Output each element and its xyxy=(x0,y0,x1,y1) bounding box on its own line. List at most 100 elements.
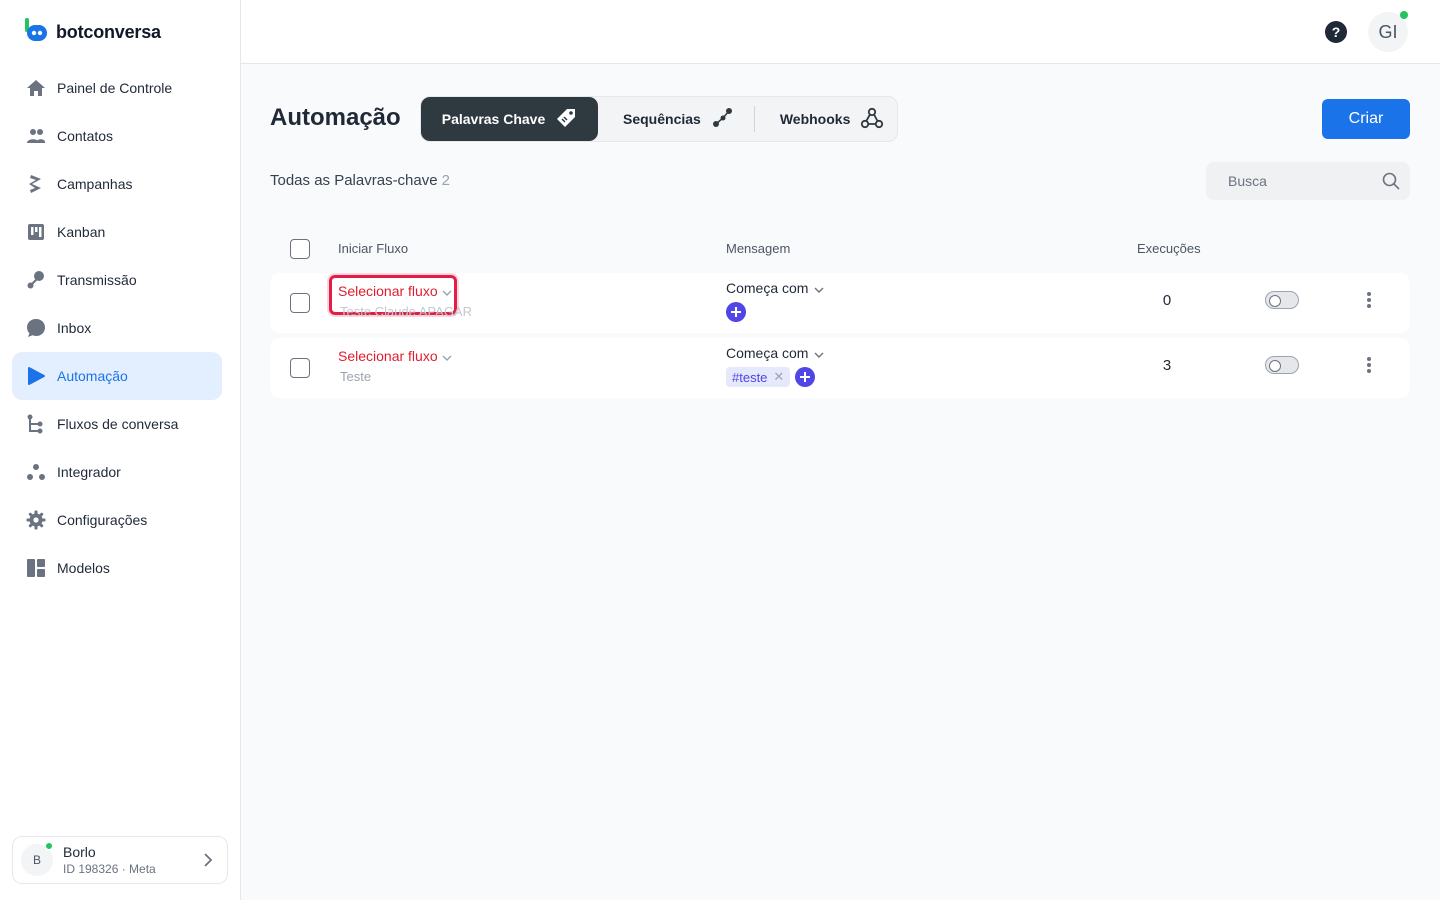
sidebar-item-inbox[interactable]: Inbox xyxy=(12,304,222,352)
sidebar-item-label: Contatos xyxy=(57,128,114,144)
campaign-icon xyxy=(25,173,47,195)
more-options-icon[interactable] xyxy=(1362,290,1376,310)
add-keyword-button[interactable] xyxy=(726,302,746,322)
remove-tag-icon[interactable]: ✕ xyxy=(773,369,784,385)
flow-select-dropdown[interactable]: Selecionar fluxo xyxy=(338,283,452,299)
column-header-message: Mensagem xyxy=(726,241,791,256)
sequence-icon xyxy=(711,107,733,132)
column-header-executions: Execuções xyxy=(1137,241,1201,256)
flow-select-label: Selecionar fluxo xyxy=(338,348,438,364)
search-input[interactable] xyxy=(1228,173,1368,189)
tag-icon xyxy=(555,107,577,132)
keyword-tag-label: #teste xyxy=(732,369,768,385)
sidebar-item-integrador[interactable]: Integrador xyxy=(12,448,222,496)
match-type-dropdown[interactable]: Começa com xyxy=(726,345,824,361)
sidebar-item-painel-de-controle[interactable]: Painel de Controle xyxy=(12,64,222,112)
sidebar-item-label: Campanhas xyxy=(57,176,133,192)
sidebar-item-kanban[interactable]: Kanban xyxy=(12,208,222,256)
row-checkbox[interactable] xyxy=(290,293,310,313)
account-avatar: B xyxy=(21,842,53,876)
search-box xyxy=(1206,162,1410,200)
online-status-dot xyxy=(45,842,53,850)
sidebar-item-label: Kanban xyxy=(57,224,106,240)
account-initial: B xyxy=(32,853,41,867)
tab-sequencias[interactable]: Sequências xyxy=(623,97,733,141)
sidebar-nav: Painel de Controle Contatos Campanhas Ka… xyxy=(12,64,222,592)
sidebar-item-contatos[interactable]: Contatos xyxy=(12,112,222,160)
table-row: Selecionar fluxo Teste Claude APAGAR Com… xyxy=(270,273,1410,333)
row-checkbox[interactable] xyxy=(290,358,310,378)
enable-toggle[interactable] xyxy=(1265,356,1299,374)
sidebar-item-fluxos-de-conversa[interactable]: Fluxos de conversa xyxy=(12,400,222,448)
tab-divider xyxy=(753,106,755,132)
sidebar-item-label: Inbox xyxy=(57,320,92,336)
broadcast-icon xyxy=(25,269,47,291)
home-icon xyxy=(25,77,47,99)
search-icon[interactable] xyxy=(1382,172,1400,195)
brand-name: botconversa xyxy=(56,21,161,42)
chat-bubble-icon xyxy=(25,317,47,339)
tab-palavras-chave[interactable]: Palavras Chave xyxy=(421,97,598,141)
account-switcher[interactable]: B Borlo ID 198326 · Meta xyxy=(12,836,228,884)
section-count: 2 xyxy=(441,172,450,189)
kanban-icon xyxy=(25,221,47,243)
sidebar-item-label: Modelos xyxy=(57,560,110,576)
add-keyword-button[interactable] xyxy=(795,367,815,387)
flow-select-dropdown[interactable]: Selecionar fluxo xyxy=(338,348,452,364)
tab-webhooks[interactable]: Webhooks xyxy=(780,97,885,141)
integrator-icon xyxy=(25,461,47,483)
more-options-icon[interactable] xyxy=(1362,355,1376,375)
table-row: Selecionar fluxo Teste Começa com #teste… xyxy=(270,338,1410,398)
gear-icon xyxy=(25,509,47,531)
sidebar-item-configuracoes[interactable]: Configurações xyxy=(12,496,222,544)
brand[interactable]: botconversa xyxy=(24,17,161,47)
flow-name: Teste xyxy=(340,369,372,384)
enable-toggle[interactable] xyxy=(1265,291,1299,309)
help-icon[interactable]: ? xyxy=(1325,21,1347,43)
sidebar: botconversa Painel de Controle Contatos … xyxy=(0,0,241,900)
chevron-down-icon xyxy=(814,345,824,361)
match-type-label: Começa com xyxy=(726,280,809,296)
flow-select-label: Selecionar fluxo xyxy=(338,283,438,299)
match-type-dropdown[interactable]: Começa com xyxy=(726,280,824,296)
top-bar: ? GI xyxy=(241,0,1440,64)
page-title: Automação xyxy=(270,104,401,131)
templates-icon xyxy=(25,557,47,579)
chevron-right-icon xyxy=(203,853,213,872)
match-type-label: Começa com xyxy=(726,345,809,361)
chevron-down-icon xyxy=(814,280,824,296)
chevron-down-icon xyxy=(442,348,452,364)
user-initials: GI xyxy=(1378,21,1398,42)
flow-icon xyxy=(25,413,47,435)
users-icon xyxy=(25,125,47,147)
sidebar-item-label: Configurações xyxy=(57,512,148,528)
flow-name: Teste Claude APAGAR xyxy=(340,304,472,319)
user-avatar[interactable]: GI xyxy=(1368,11,1408,52)
account-id: ID 198326 · Meta xyxy=(63,861,156,876)
keyword-tag: #teste ✕ xyxy=(726,367,791,387)
sidebar-item-label: Painel de Controle xyxy=(57,80,173,96)
webhook-icon xyxy=(860,106,884,133)
tab-label: Sequências xyxy=(623,111,701,127)
sidebar-item-label: Fluxos de conversa xyxy=(57,416,179,432)
sidebar-item-campanhas[interactable]: Campanhas xyxy=(12,160,222,208)
tab-label: Palavras Chave xyxy=(441,111,546,127)
play-icon xyxy=(25,365,47,387)
online-status-dot xyxy=(1400,11,1408,19)
executions-count: 3 xyxy=(1162,357,1172,374)
section-title: Todas as Palavras-chave 2 xyxy=(270,172,450,189)
botconversa-logo-icon xyxy=(24,17,48,47)
account-name: Borlo xyxy=(63,843,96,860)
sidebar-item-label: Integrador xyxy=(57,464,121,480)
select-all-checkbox[interactable] xyxy=(290,239,310,259)
sidebar-item-modelos[interactable]: Modelos xyxy=(12,544,222,592)
tab-label: Webhooks xyxy=(779,111,851,127)
sidebar-item-label: Automação xyxy=(57,368,128,384)
sidebar-item-transmissao[interactable]: Transmissão xyxy=(12,256,222,304)
section-label-text: Todas as Palavras-chave xyxy=(270,172,438,189)
executions-count: 0 xyxy=(1162,292,1172,309)
sidebar-item-label: Transmissão xyxy=(57,272,137,288)
sidebar-item-automacao[interactable]: Automação xyxy=(12,352,222,400)
create-button[interactable]: Criar xyxy=(1322,99,1410,139)
column-header-flow: Iniciar Fluxo xyxy=(338,241,409,256)
